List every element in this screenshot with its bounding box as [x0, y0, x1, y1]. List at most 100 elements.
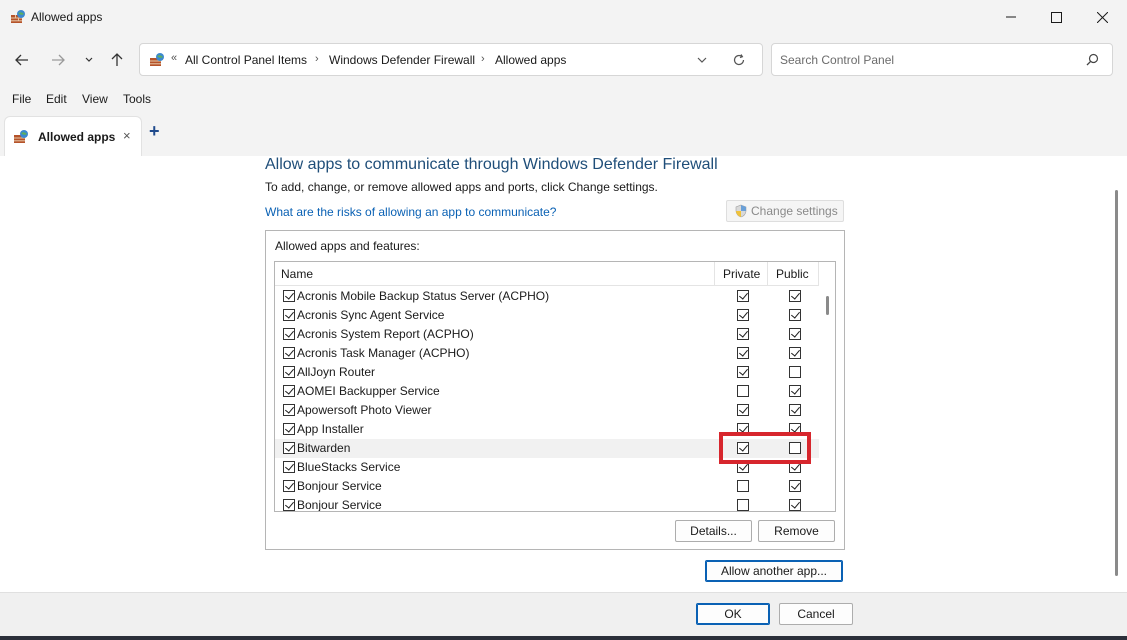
details-button[interactable]: Details...	[675, 520, 752, 542]
list-scrollbar[interactable]	[820, 262, 835, 511]
new-tab-button[interactable]: +	[149, 121, 160, 142]
breadcrumb-windows-defender-firewall[interactable]: Windows Defender Firewall	[329, 53, 475, 67]
cancel-button[interactable]: Cancel	[779, 603, 853, 625]
window-title: Allowed apps	[31, 10, 103, 24]
app-enabled-checkbox[interactable]	[283, 328, 295, 340]
app-name: App Installer	[297, 422, 364, 436]
allowed-apps-group-title: Allowed apps and features:	[275, 239, 420, 253]
list-item[interactable]: AOMEI Backupper Service	[275, 382, 819, 401]
chevron-down-icon[interactable]	[696, 53, 708, 67]
maximize-button[interactable]	[1033, 0, 1079, 34]
allow-another-app-button[interactable]: Allow another app...	[705, 560, 843, 582]
private-checkbox[interactable]	[737, 328, 749, 340]
breadcrumb-all-control-panel-items[interactable]: All Control Panel Items	[185, 53, 307, 67]
control-panel-icon	[150, 53, 164, 66]
change-settings-button[interactable]: Change settings	[726, 200, 844, 222]
private-checkbox[interactable]	[737, 385, 749, 397]
app-name: Bonjour Service	[297, 479, 382, 493]
column-divider[interactable]	[767, 262, 768, 286]
app-enabled-checkbox[interactable]	[283, 423, 295, 435]
private-checkbox[interactable]	[737, 499, 749, 511]
up-button[interactable]	[105, 48, 129, 72]
public-checkbox[interactable]	[789, 290, 801, 302]
page-scrollbar-thumb[interactable]	[1115, 190, 1118, 576]
list-item[interactable]: Acronis Sync Agent Service	[275, 306, 819, 325]
public-checkbox[interactable]	[789, 385, 801, 397]
ok-button[interactable]: OK	[696, 603, 770, 625]
close-window-button[interactable]	[1079, 0, 1125, 34]
private-checkbox[interactable]	[737, 404, 749, 416]
app-enabled-checkbox[interactable]	[283, 404, 295, 416]
app-enabled-checkbox[interactable]	[283, 347, 295, 359]
back-button[interactable]	[10, 48, 34, 72]
app-enabled-checkbox[interactable]	[283, 290, 295, 302]
public-checkbox[interactable]	[789, 499, 801, 511]
app-name: Acronis Mobile Backup Status Server (ACP…	[297, 289, 550, 303]
risks-help-link[interactable]: What are the risks of allowing an app to…	[265, 205, 556, 219]
app-enabled-checkbox[interactable]	[283, 385, 295, 397]
recent-locations-button[interactable]	[77, 48, 101, 72]
page-scrollbar[interactable]	[1113, 158, 1121, 588]
minimize-button[interactable]	[988, 0, 1034, 34]
list-scrollbar-thumb[interactable]	[826, 296, 829, 315]
column-header-name[interactable]: Name	[281, 267, 313, 281]
column-header-public[interactable]: Public	[776, 267, 809, 281]
column-divider[interactable]	[714, 262, 715, 286]
menu-file[interactable]: File	[12, 92, 31, 106]
refresh-icon[interactable]	[732, 53, 746, 67]
private-checkbox[interactable]	[737, 480, 749, 492]
menu-view[interactable]: View	[82, 92, 108, 106]
public-checkbox[interactable]	[789, 347, 801, 359]
maximize-icon	[1050, 11, 1062, 23]
app-enabled-checkbox[interactable]	[283, 480, 295, 492]
search-input[interactable]: Search Control Panel	[771, 43, 1113, 76]
public-checkbox[interactable]	[789, 480, 801, 492]
list-item[interactable]: Bonjour Service	[275, 496, 819, 511]
list-item[interactable]: Bonjour Service	[275, 477, 819, 496]
list-header: Name Private Public	[275, 262, 819, 286]
public-checkbox[interactable]	[789, 366, 801, 378]
arrow-left-icon	[15, 54, 28, 66]
search-icon[interactable]	[1086, 53, 1099, 66]
private-checkbox[interactable]	[737, 309, 749, 321]
app-enabled-checkbox[interactable]	[283, 499, 295, 511]
column-header-private[interactable]: Private	[723, 267, 760, 281]
app-name: Acronis Task Manager (ACPHO)	[297, 346, 470, 360]
change-settings-label: Change settings	[751, 204, 838, 218]
breadcrumb-separator[interactable]: ›	[315, 53, 319, 65]
app-name: AOMEI Backupper Service	[297, 384, 440, 398]
private-checkbox[interactable]	[737, 366, 749, 378]
tab-close-icon[interactable]: ×	[123, 128, 131, 143]
list-item[interactable]: Apowersoft Photo Viewer	[275, 401, 819, 420]
public-checkbox[interactable]	[789, 309, 801, 321]
allowed-apps-list[interactable]: Name Private Public Acronis Mobile Backu…	[274, 261, 836, 512]
window-bottom-edge	[0, 636, 1127, 640]
public-checkbox[interactable]	[789, 328, 801, 340]
app-enabled-checkbox[interactable]	[283, 442, 295, 454]
menu-edit[interactable]: Edit	[46, 92, 67, 106]
app-name: AllJoyn Router	[297, 365, 376, 379]
public-checkbox[interactable]	[789, 404, 801, 416]
list-item[interactable]: AllJoyn Router	[275, 363, 819, 382]
private-checkbox[interactable]	[737, 347, 749, 359]
forward-button[interactable]	[46, 48, 70, 72]
app-enabled-checkbox[interactable]	[283, 309, 295, 321]
app-enabled-checkbox[interactable]	[283, 366, 295, 378]
app-enabled-checkbox[interactable]	[283, 461, 295, 473]
list-item[interactable]: Acronis Mobile Backup Status Server (ACP…	[275, 287, 819, 306]
app-name: BlueStacks Service	[297, 460, 401, 474]
address-overflow-icon[interactable]: «	[171, 52, 177, 64]
address-bar[interactable]: « All Control Panel Items › Windows Defe…	[139, 43, 763, 76]
list-item[interactable]: Acronis Task Manager (ACPHO)	[275, 344, 819, 363]
menu-tools[interactable]: Tools	[123, 92, 151, 106]
private-checkbox[interactable]	[737, 290, 749, 302]
breadcrumb-allowed-apps[interactable]: Allowed apps	[495, 53, 566, 67]
minimize-icon	[1006, 16, 1016, 18]
column-divider[interactable]	[818, 262, 819, 286]
list-item[interactable]: Acronis System Report (ACPHO)	[275, 325, 819, 344]
remove-button[interactable]: Remove	[758, 520, 835, 542]
app-name: Acronis System Report (ACPHO)	[297, 327, 474, 341]
tab-allowed-apps[interactable]: Allowed apps ×	[4, 116, 142, 156]
highlight-annotation	[719, 432, 811, 464]
breadcrumb-separator[interactable]: ›	[481, 53, 485, 65]
